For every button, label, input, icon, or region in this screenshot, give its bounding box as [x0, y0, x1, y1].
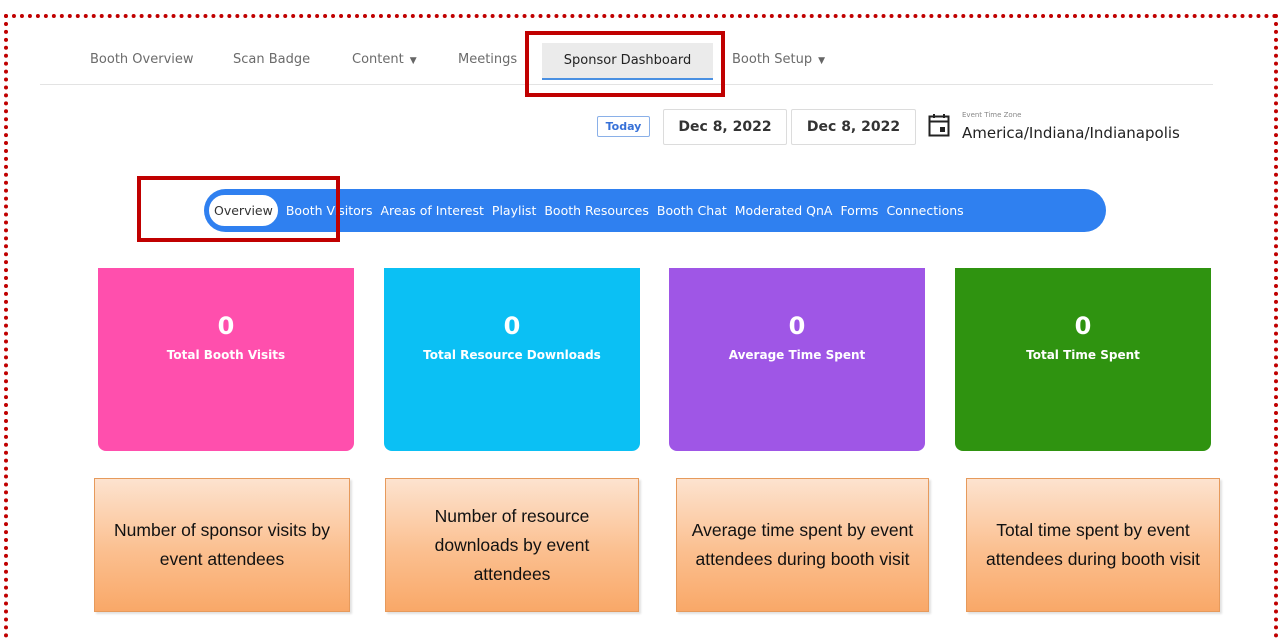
- calendar-icon[interactable]: [928, 113, 950, 137]
- timezone-value[interactable]: America/Indiana/Indianapolis: [962, 124, 1180, 142]
- stat-value: 0: [788, 312, 806, 340]
- stat-card-resource-downloads: 0 Total Resource Downloads: [384, 268, 640, 451]
- stat-value: 0: [503, 312, 521, 340]
- stat-label: Total Time Spent: [1026, 348, 1140, 362]
- nav-booth-overview[interactable]: Booth Overview: [90, 52, 194, 67]
- callout-booth-visits: Number of sponsor visits by event attend…: [94, 478, 350, 612]
- highlight-box-sponsor-dashboard: [525, 31, 725, 97]
- tab-playlist[interactable]: Playlist: [488, 203, 540, 218]
- chevron-down-icon: ▼: [409, 56, 417, 66]
- highlight-box-overview: [137, 176, 340, 242]
- end-date-field[interactable]: Dec 8, 2022: [791, 109, 916, 145]
- tab-connections[interactable]: Connections: [882, 203, 967, 218]
- tab-booth-resources[interactable]: Booth Resources: [540, 203, 653, 218]
- stat-card-average-time: 0 Average Time Spent: [669, 268, 925, 451]
- stat-label: Total Booth Visits: [166, 348, 286, 362]
- callout-average-time: Average time spent by event attendees du…: [676, 478, 929, 612]
- tab-moderated-qna[interactable]: Moderated QnA: [731, 203, 837, 218]
- stat-card-total-time: 0 Total Time Spent: [955, 268, 1211, 451]
- nav-content[interactable]: Content ▼: [352, 52, 417, 67]
- stat-label: Average Time Spent: [728, 348, 866, 362]
- timezone-label: Event Time Zone: [962, 111, 1022, 119]
- stat-label: Total Resource Downloads: [423, 348, 601, 362]
- chevron-down-icon: ▼: [818, 56, 826, 66]
- stat-value: 0: [1074, 312, 1092, 340]
- tab-booth-chat[interactable]: Booth Chat: [653, 203, 731, 218]
- start-date-field[interactable]: Dec 8, 2022: [663, 109, 787, 145]
- nav-meetings[interactable]: Meetings: [458, 52, 517, 67]
- nav-scan-badge[interactable]: Scan Badge: [233, 52, 310, 67]
- stat-card-booth-visits: 0 Total Booth Visits: [98, 268, 354, 451]
- today-button[interactable]: Today: [597, 116, 650, 137]
- tab-forms[interactable]: Forms: [836, 203, 882, 218]
- callout-resource-downloads: Number of resource downloads by event at…: [385, 478, 639, 612]
- nav-booth-setup[interactable]: Booth Setup ▼: [732, 52, 825, 67]
- tab-areas-of-interest[interactable]: Areas of Interest: [376, 203, 487, 218]
- stat-value: 0: [217, 312, 235, 340]
- callout-total-time: Total time spent by event attendees duri…: [966, 478, 1220, 612]
